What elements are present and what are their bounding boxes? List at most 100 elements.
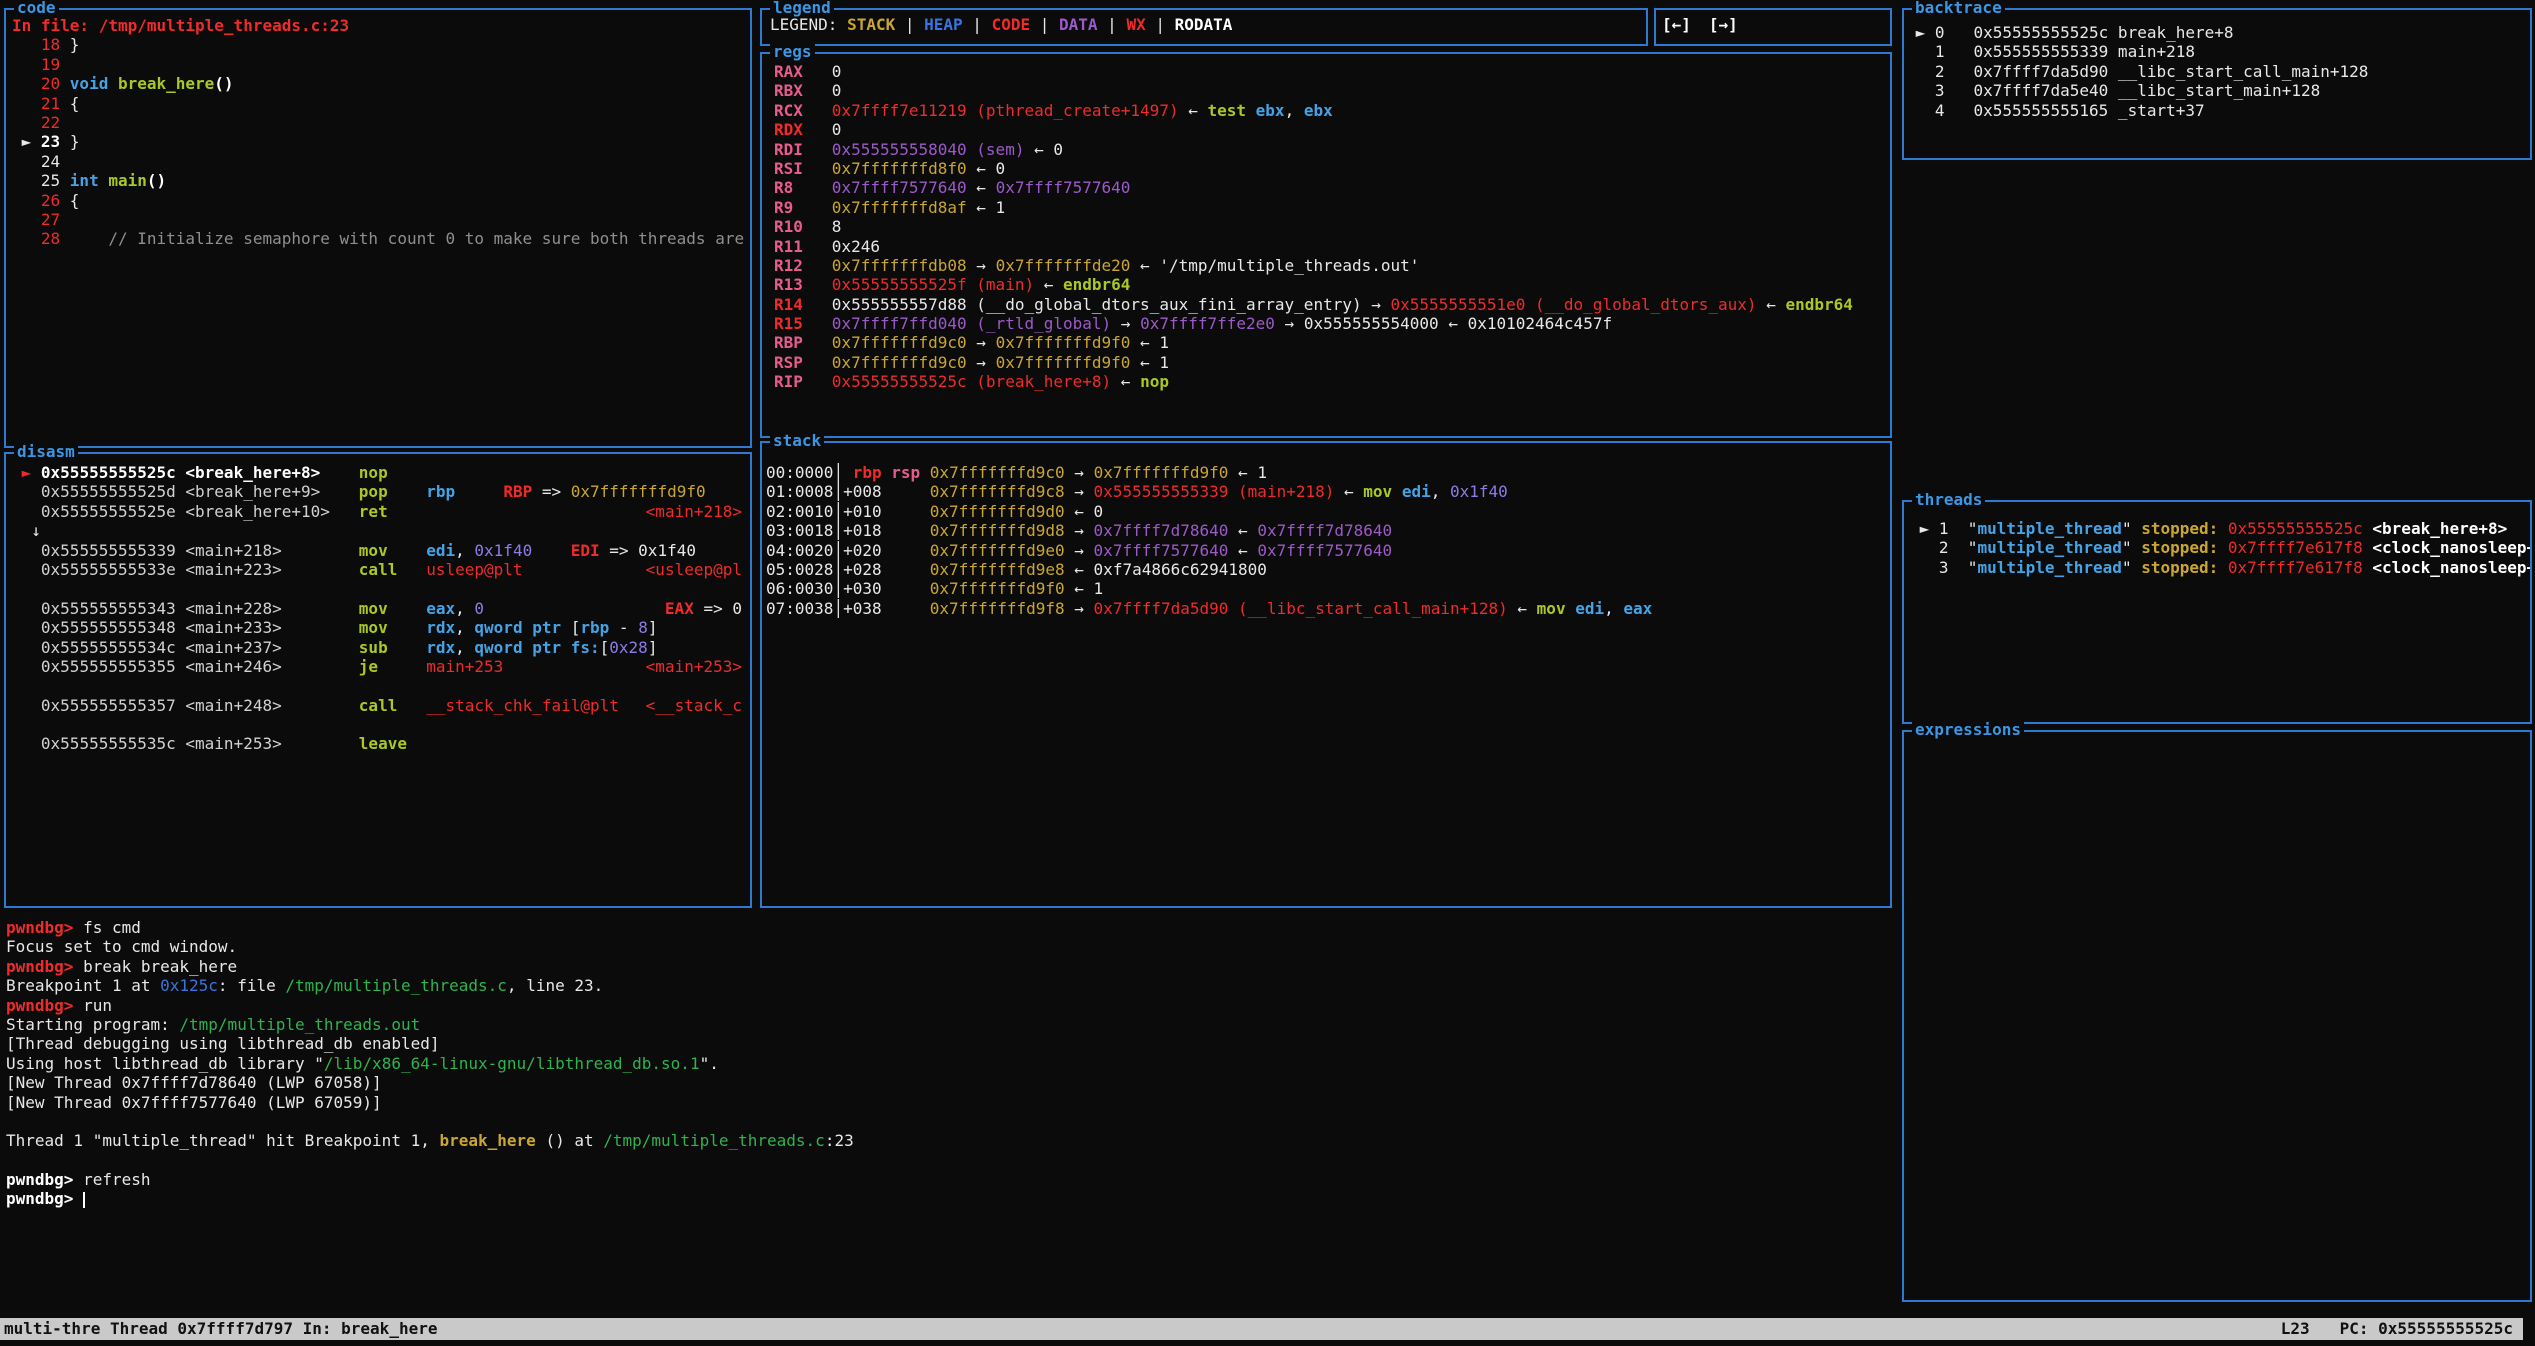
backtrace-panel: backtrace ► 0 0x55555555525c break_here+… — [1902, 8, 2532, 160]
terminal-line — [6, 1151, 2526, 1170]
terminal-line: [New Thread 0x7ffff7577640 (LWP 67059)] — [6, 1093, 2526, 1112]
register-row: R10 8 — [774, 217, 1886, 236]
legend-panel: legend LEGEND: STACK | HEAP | CODE | DAT… — [760, 8, 1648, 46]
register-row: RSI 0x7fffffffd8f0 ← 0 — [774, 159, 1886, 178]
status-bar: multi-thre Thread 0x7ffff7d797 In: break… — [0, 1318, 2523, 1340]
register-row: RDI 0x555555558040 (sem) ← 0 — [774, 140, 1886, 159]
disassembly-line: 0x555555555348 <main+233> mov rdx, qword… — [12, 618, 746, 637]
disassembly-line: ↓ — [12, 521, 746, 540]
register-row: R8 0x7ffff7577640 ← 0x7ffff7577640 — [774, 178, 1886, 197]
source-code-line: ► 23 } — [12, 132, 746, 151]
terminal-line: Using host libthread_db library "/lib/x8… — [6, 1054, 2526, 1073]
source-code-line: 27 — [12, 210, 746, 229]
stack-row: 00:0000│ rbp rsp 0x7fffffffd9c0 → 0x7fff… — [766, 463, 1886, 482]
threads-list: ► 1 "multiple_thread" stopped: 0x5555555… — [1904, 502, 2530, 722]
source-code-line: 24 — [12, 152, 746, 171]
source-code-line: 21 { — [12, 94, 746, 113]
stack-row: 03:0018│+018 0x7fffffffd9d8 → 0x7ffff7d7… — [766, 521, 1886, 540]
backtrace-frame-row: 3 0x7ffff7da5e40 __libc_start_main+128 — [1906, 81, 2528, 100]
status-line-number: L23 — [2281, 1319, 2310, 1338]
legend-line: LEGEND: STACK | HEAP | CODE | DATA | WX … — [770, 15, 1642, 34]
disassembly-panel: disasm ► 0x55555555525c <break_here+8> n… — [4, 452, 752, 908]
command-terminal[interactable]: pwndbg> fs cmdFocus set to cmd window.pw… — [6, 918, 2526, 1209]
register-row: R11 0x246 — [774, 237, 1886, 256]
terminal-line: [Thread debugging using libthread_db ena… — [6, 1034, 2526, 1053]
register-row: R15 0x7ffff7ffd040 (_rtld_global) → 0x7f… — [774, 314, 1886, 333]
register-row: RDX 0 — [774, 120, 1886, 139]
thread-row: 2 "multiple_thread" stopped: 0x7ffff7e61… — [1910, 538, 2528, 557]
source-code-line: 19 — [12, 55, 746, 74]
terminal-line: pwndbg> refresh — [6, 1170, 2526, 1189]
disassembly-line: 0x55555555535c <main+253> leave — [12, 734, 746, 753]
history-controls: [←] [→] — [1656, 10, 1890, 44]
terminal-line: pwndbg> — [6, 1189, 2526, 1208]
register-row: R9 0x7fffffffd8af ← 1 — [774, 198, 1886, 217]
register-row: RBP 0x7fffffffd9c0 → 0x7fffffffd9f0 ← 1 — [774, 333, 1886, 352]
disassembly-line: 0x555555555355 <main+246> je main+253<ma… — [12, 657, 746, 676]
terminal-line: Breakpoint 1 at 0x125c: file /tmp/multip… — [6, 976, 2526, 995]
history-back-button[interactable]: [←] — [1662, 15, 1691, 34]
disassembly-line: 0x555555555343 <main+228> mov eax, 0EAX … — [12, 599, 746, 618]
disassembly-line: 0x55555555525e <break_here+10> ret<main+… — [12, 502, 746, 521]
disassembly-line: 0x55555555533e <main+223> call usleep@pl… — [12, 560, 746, 579]
pwndbg-tui: { "panels": { "code": { "title": "code",… — [0, 0, 2535, 1346]
stack-row: 06:0030│+030 0x7fffffffd9f0 ← 1 — [766, 579, 1886, 598]
disassembly-line — [12, 676, 746, 695]
register-row: R13 0x55555555525f (main) ← endbr64 — [774, 275, 1886, 294]
terminal-line: Starting program: /tmp/multiple_threads.… — [6, 1015, 2526, 1034]
source-code-listing: In file: /tmp/multiple_threads.c:23 18 }… — [6, 10, 750, 446]
source-code-line: 22 — [12, 113, 746, 132]
source-code-line: 18 } — [12, 35, 746, 54]
stack-row: 02:0010│+010 0x7fffffffd9d0 ← 0 — [766, 502, 1886, 521]
terminal-line: Focus set to cmd window. — [6, 937, 2526, 956]
disassembly-line — [12, 715, 746, 734]
terminal-line: pwndbg> break break_here — [6, 957, 2526, 976]
stack-row: 04:0020│+020 0x7fffffffd9e0 → 0x7ffff757… — [766, 541, 1886, 560]
status-bar-left: multi-thre Thread 0x7ffff7d797 In: break… — [4, 1319, 437, 1338]
status-pc: PC: 0x55555555525c — [2340, 1319, 2513, 1338]
disassembly-line: 0x55555555525d <break_here+9> pop rbp RB… — [12, 482, 746, 501]
register-row: RCX 0x7ffff7e11219 (pthread_create+1497)… — [774, 101, 1886, 120]
backtrace-frame-row: ► 0 0x55555555525c break_here+8 — [1906, 23, 2528, 42]
registers-list: RAX 0RBX 0RCX 0x7ffff7e11219 (pthread_cr… — [762, 54, 1890, 436]
terminal-line: Thread 1 "multiple_thread" hit Breakpoin… — [6, 1131, 2526, 1150]
thread-row: 3 "multiple_thread" stopped: 0x7ffff7e61… — [1910, 558, 2528, 577]
source-code-line: 25 int main() — [12, 171, 746, 190]
registers-panel: regs RAX 0RBX 0RCX 0x7ffff7e11219 (pthre… — [760, 52, 1892, 438]
backtrace-list: ► 0 0x55555555525c break_here+8 1 0x5555… — [1904, 10, 2530, 158]
disassembly-line: ► 0x55555555525c <break_here+8> nop — [12, 463, 746, 482]
terminal-line — [6, 1112, 2526, 1131]
history-panel: [←] [→] — [1654, 8, 1892, 46]
backtrace-frame-row: 1 0x555555555339 main+218 — [1906, 42, 2528, 61]
threads-panel: threads ► 1 "multiple_thread" stopped: 0… — [1902, 500, 2532, 724]
stack-row: 05:0028│+028 0x7fffffffd9e8 ← 0xf7a4866c… — [766, 560, 1886, 579]
stack-row: 01:0008│+008 0x7fffffffd9c8 → 0x55555555… — [766, 482, 1886, 501]
memory-legend: LEGEND: STACK | HEAP | CODE | DATA | WX … — [762, 10, 1646, 44]
register-row: R12 0x7fffffffdb08 → 0x7fffffffde20 ← '/… — [774, 256, 1886, 275]
backtrace-frame-row: 4 0x555555555165 _start+37 — [1906, 101, 2528, 120]
source-code-line: 28 // Initialize semaphore with count 0 … — [12, 229, 746, 248]
terminal-line: pwndbg> run — [6, 996, 2526, 1015]
code-panel: code In file: /tmp/multiple_threads.c:23… — [4, 8, 752, 448]
disassembly-line: 0x55555555534c <main+237> sub rdx, qword… — [12, 638, 746, 657]
register-row: RSP 0x7fffffffd9c0 → 0x7fffffffd9f0 ← 1 — [774, 353, 1886, 372]
stack-panel: stack 00:0000│ rbp rsp 0x7fffffffd9c0 → … — [760, 441, 1892, 908]
source-code-line: 26 { — [12, 191, 746, 210]
register-row: RIP 0x55555555525c (break_here+8) ← nop — [774, 372, 1886, 391]
terminal-line: pwndbg> fs cmd — [6, 918, 2526, 937]
source-code-line: In file: /tmp/multiple_threads.c:23 — [12, 16, 746, 35]
disassembly-line: 0x555555555357 <main+248> call __stack_c… — [12, 696, 746, 715]
register-row: RAX 0 — [774, 62, 1886, 81]
source-code-line: 20 void break_here() — [12, 74, 746, 93]
register-row: RBX 0 — [774, 81, 1886, 100]
stack-row: 07:0038│+038 0x7fffffffd9f8 → 0x7ffff7da… — [766, 599, 1886, 618]
register-row: R14 0x555555557d88 (__do_global_dtors_au… — [774, 295, 1886, 314]
disassembly-line: 0x555555555339 <main+218> mov edi, 0x1f4… — [12, 541, 746, 560]
thread-row: ► 1 "multiple_thread" stopped: 0x5555555… — [1910, 519, 2528, 538]
disassembly-line — [12, 579, 746, 598]
backtrace-frame-row: 2 0x7ffff7da5d90 __libc_start_call_main+… — [1906, 62, 2528, 81]
history-forward-button[interactable]: [→] — [1709, 15, 1738, 34]
status-bar-right: L23 PC: 0x55555555525c — [2251, 1318, 2513, 1340]
disassembly-listing: ► 0x55555555525c <break_here+8> nop 0x55… — [6, 454, 750, 906]
terminal-line: [New Thread 0x7ffff7d78640 (LWP 67058)] — [6, 1073, 2526, 1092]
